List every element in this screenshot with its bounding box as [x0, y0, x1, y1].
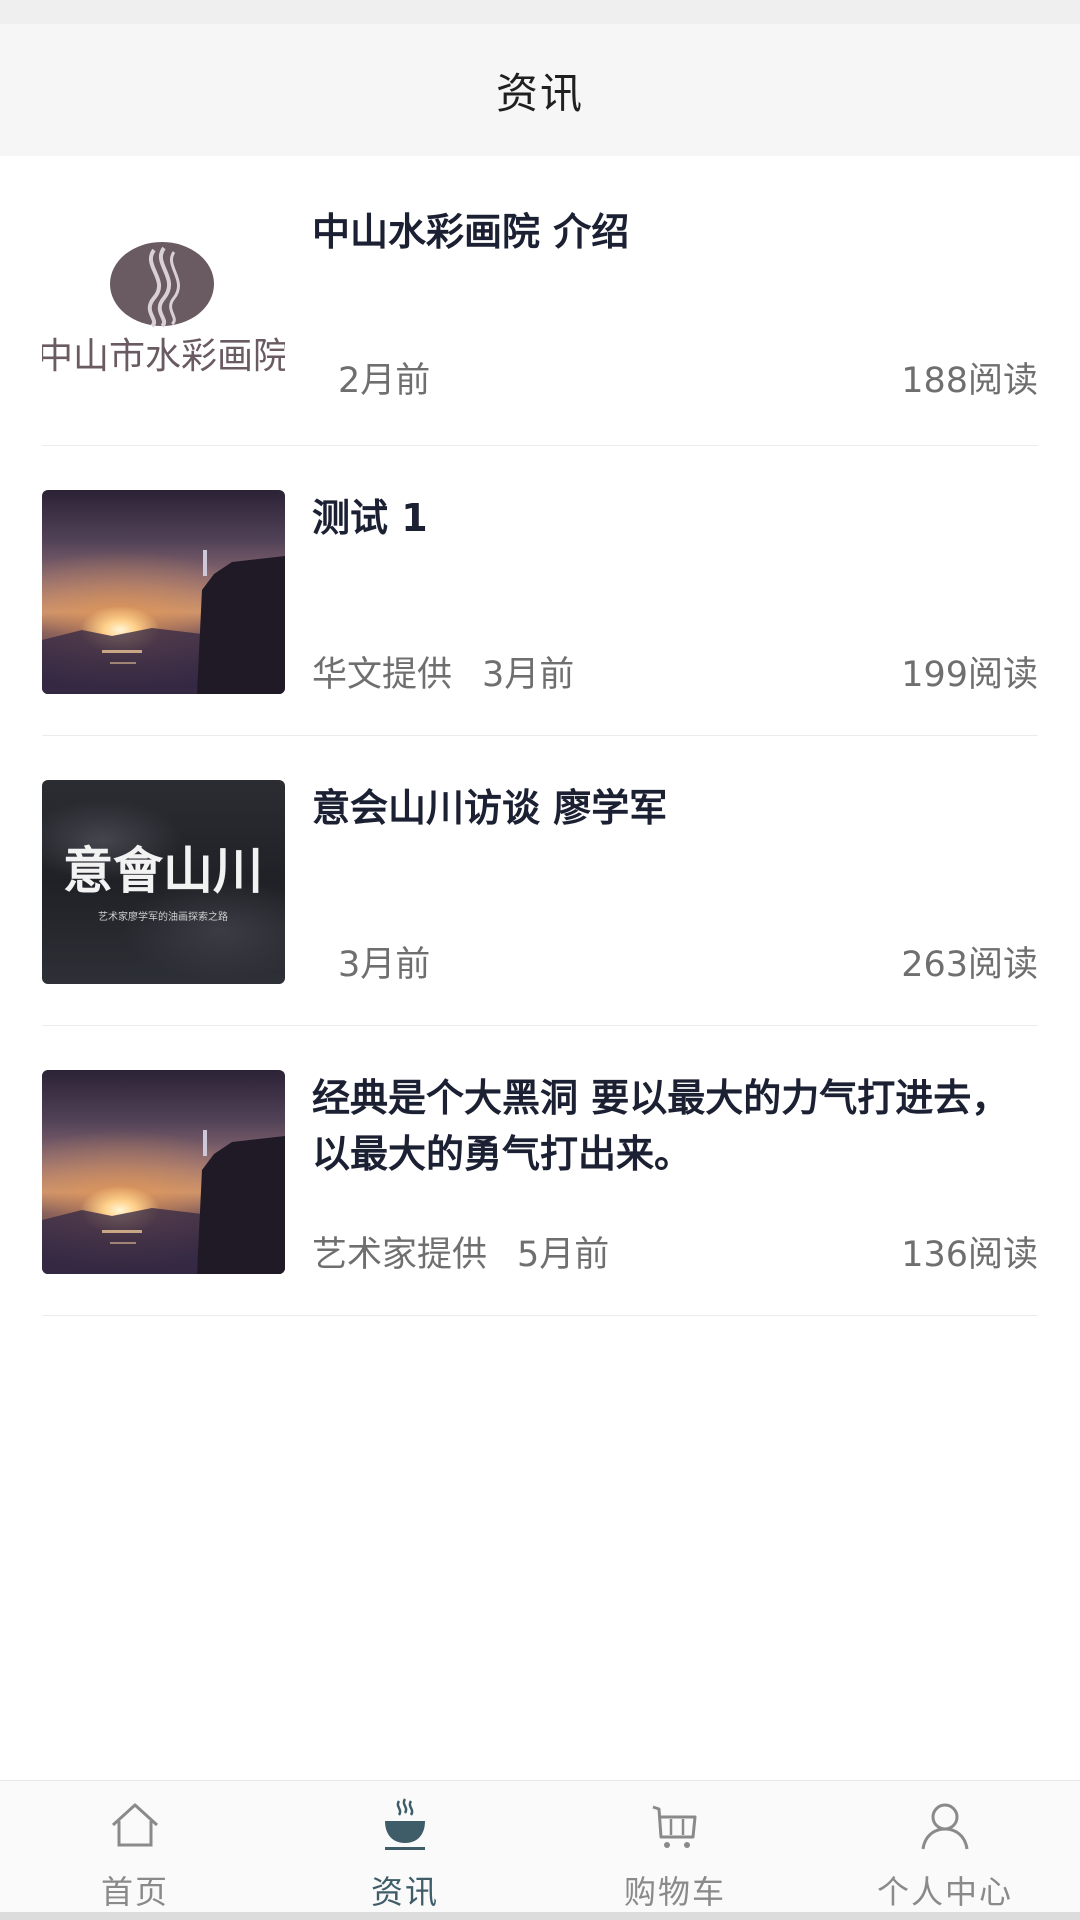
article-item[interactable]: 中山市水彩画院 中山水彩画院 介绍 2月前 188阅读	[0, 156, 1080, 446]
home-icon	[111, 1803, 159, 1847]
page-title: 资讯	[495, 68, 584, 118]
svg-text:意會山川: 意會山川	[63, 841, 263, 900]
article-title: 中山水彩画院 介绍	[312, 210, 630, 254]
tab-home[interactable]: 首页	[0, 1781, 270, 1913]
article-thumbnail: 意會山川 艺术家廖学军的油画探索之路	[42, 780, 285, 984]
article-thumbnail: 中山市水彩画院	[42, 206, 285, 410]
tab-profile-label: 个人中心	[876, 1873, 1013, 1911]
cart-icon	[652, 1805, 697, 1848]
article-thumbnail	[42, 490, 285, 694]
tab-news-label: 资讯	[370, 1873, 439, 1911]
article-time: 2月前	[338, 361, 431, 401]
home-indicator-bar	[0, 1912, 1080, 1920]
article-title: 意会山川访谈 廖学军	[312, 786, 668, 830]
article-item[interactable]: 意會山川 艺术家廖学军的油画探索之路 意会山川访谈 廖学军 3月前 263阅读	[0, 736, 1080, 1026]
article-read-count: 199阅读	[901, 655, 1038, 695]
article-time: 3月前	[482, 655, 575, 695]
article-meta: 华文提供 3月前 199阅读	[312, 646, 1038, 697]
article-meta: 2月前 188阅读	[312, 352, 1038, 403]
article-meta: 3月前 263阅读	[312, 936, 1038, 987]
divider	[42, 1315, 1038, 1316]
article-thumbnail	[42, 1070, 285, 1274]
watercolor-academy-logo: 中山市水彩画院	[42, 242, 285, 377]
tab-cart[interactable]: 购物车	[540, 1781, 810, 1913]
page-header: 资讯	[0, 24, 1080, 156]
svg-text:中山市水彩画院: 中山市水彩画院	[42, 336, 285, 377]
news-icon	[385, 1798, 425, 1850]
article-title: 经典是个大黑洞 要以最大的力气打进去，以最大的勇气打出来。	[312, 1076, 1010, 1176]
tab-profile[interactable]: 个人中心	[810, 1781, 1080, 1913]
article-time: 5月前	[517, 1235, 610, 1275]
article-read-count: 188阅读	[901, 361, 1038, 401]
tab-news[interactable]: 资讯	[270, 1781, 540, 1913]
article-time: 3月前	[338, 945, 431, 985]
calligraphy-image: 意會山川 艺术家廖学军的油画探索之路	[63, 841, 263, 923]
sunset-cliff-image	[42, 550, 285, 694]
article-read-count: 136阅读	[901, 1235, 1038, 1275]
svg-text:艺术家廖学军的油画探索之路: 艺术家廖学军的油画探索之路	[98, 910, 228, 923]
user-icon	[921, 1803, 969, 1850]
article-meta: 艺术家提供 5月前 136阅读	[312, 1226, 1038, 1277]
sunset-cliff-image	[42, 1130, 285, 1274]
article-item[interactable]: 经典是个大黑洞 要以最大的力气打进去，以最大的勇气打出来。 艺术家提供 5月前 …	[0, 1026, 1080, 1316]
article-list: 中山市水彩画院 中山水彩画院 介绍 2月前 188阅读 测试 1 华文提供 3月…	[0, 156, 1080, 1316]
article-source: 华文提供	[312, 655, 453, 695]
article-read-count: 263阅读	[901, 945, 1038, 985]
article-item[interactable]: 测试 1 华文提供 3月前 199阅读	[0, 446, 1080, 736]
article-title: 测试 1	[312, 496, 428, 540]
tab-cart-label: 购物车	[623, 1873, 726, 1911]
article-source: 艺术家提供	[312, 1235, 488, 1275]
bottom-tab-bar: 首页 资讯 购物车 个人中心	[0, 1780, 1080, 1913]
tab-home-label: 首页	[100, 1873, 169, 1911]
status-bar	[0, 0, 1080, 24]
